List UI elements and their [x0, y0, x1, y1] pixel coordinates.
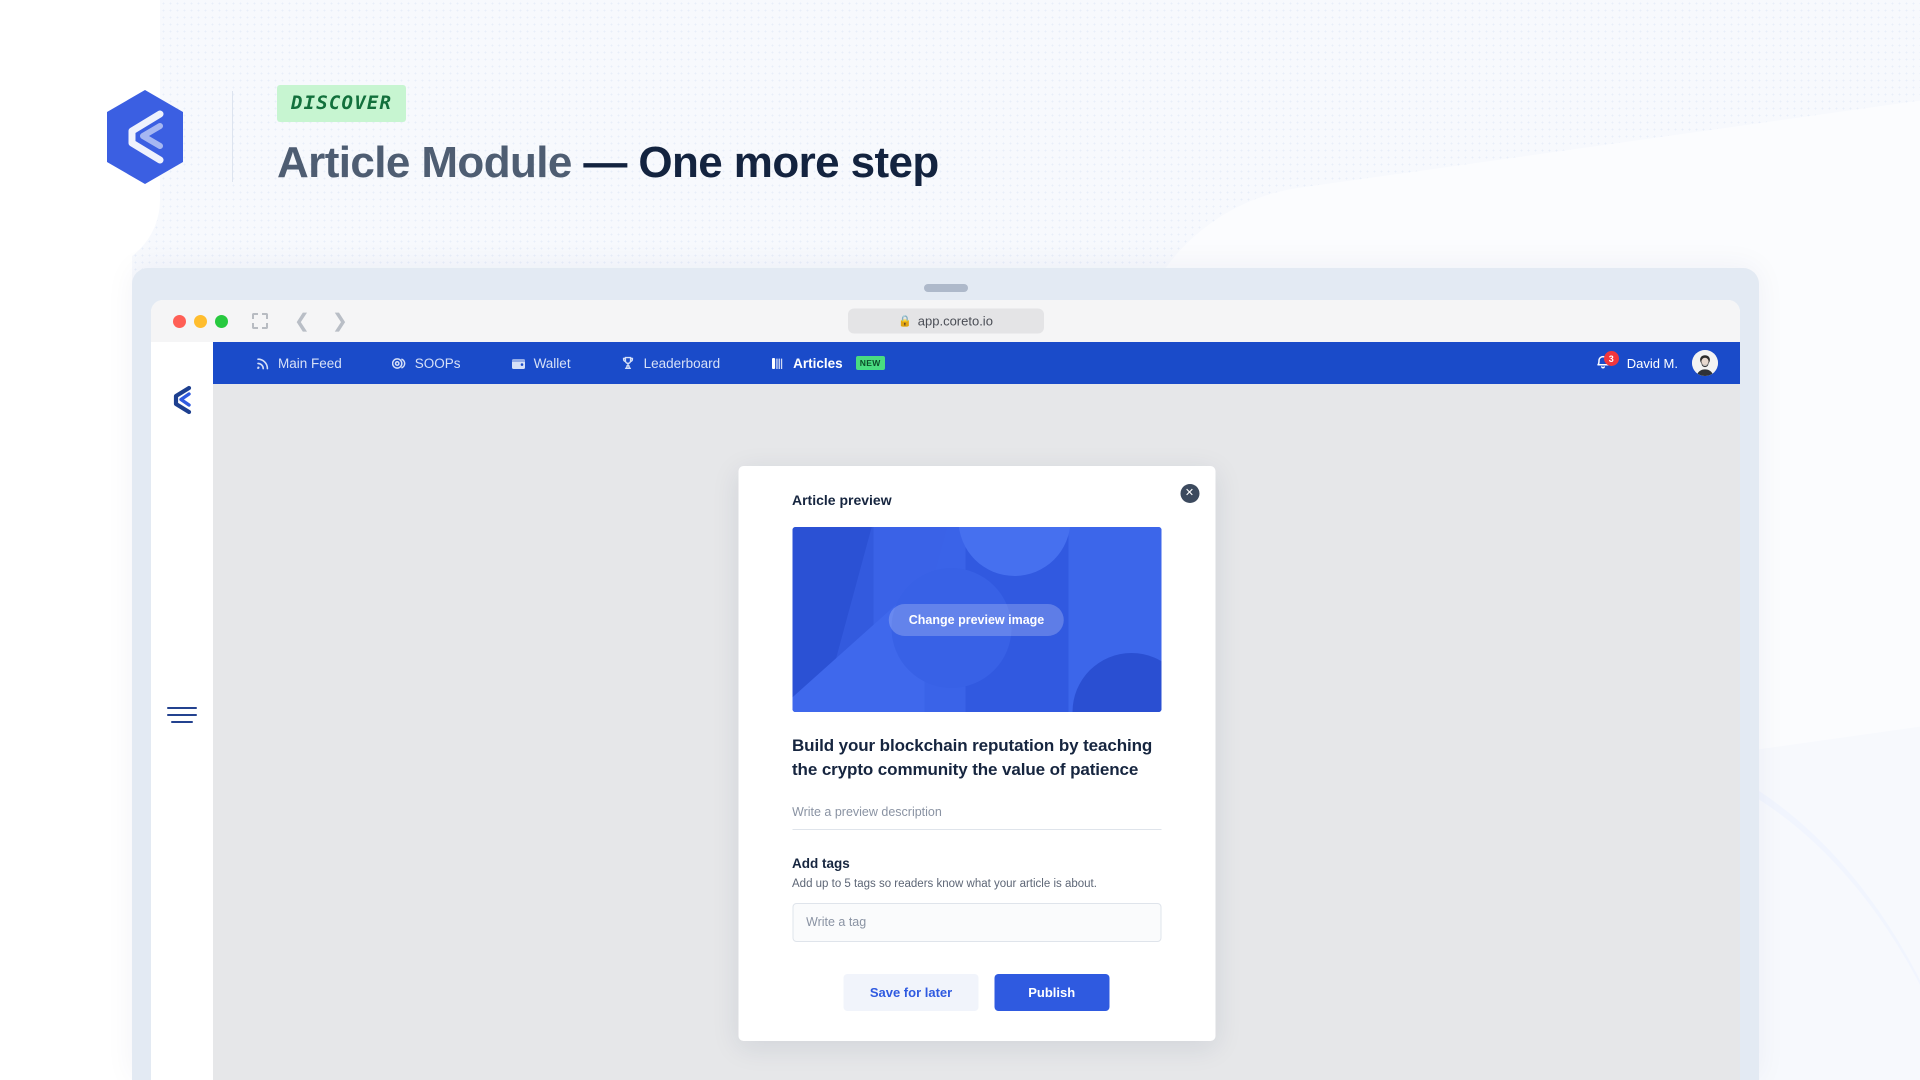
- chevron-right-icon[interactable]: ❯: [332, 312, 348, 331]
- page-header: DISCOVER Article Module — One more step: [102, 85, 939, 188]
- coreto-hexagon-logo-icon: [102, 88, 188, 186]
- browser-shell: ❮ ❯ 🔒 app.coreto.io Main Feed SOOPs Wall…: [132, 268, 1759, 1080]
- coreto-logo-icon[interactable]: [164, 380, 200, 420]
- app-sidebar: [151, 342, 213, 1080]
- app-main: Main Feed SOOPs Wallet Leaderboard Artic…: [213, 342, 1740, 1080]
- chevron-left-icon[interactable]: ❮: [294, 312, 310, 331]
- article-title: Build your blockchain reputation by teac…: [792, 736, 1153, 780]
- nav-item-wallet[interactable]: Wallet: [511, 356, 571, 371]
- top-navigation-bar: Main Feed SOOPs Wallet Leaderboard Artic…: [213, 342, 1740, 384]
- user-avatar[interactable]: [1692, 350, 1718, 376]
- nav-item-label: SOOPs: [414, 355, 461, 371]
- app-area: Main Feed SOOPs Wallet Leaderboard Artic…: [151, 342, 1740, 1080]
- traffic-lights[interactable]: [173, 314, 228, 328]
- page-title: Article Module — One more step: [277, 138, 939, 188]
- nav-items: Main Feed SOOPs Wallet Leaderboard Artic…: [255, 356, 885, 371]
- menu-lines-icon[interactable]: [167, 707, 197, 723]
- header-text-block: DISCOVER Article Module — One more step: [277, 85, 939, 188]
- rss-icon: [255, 356, 270, 371]
- close-icon[interactable]: ✕: [1180, 484, 1199, 503]
- trophy-icon: [621, 356, 636, 371]
- nav-item-articles[interactable]: Articles NEW: [770, 356, 885, 371]
- maximize-window-button[interactable]: [215, 314, 228, 328]
- browser-window: ❮ ❯ 🔒 app.coreto.io Main Feed SOOPs Wall…: [151, 300, 1740, 1080]
- nav-item-main-feed[interactable]: Main Feed: [255, 356, 342, 371]
- nav-item-label: Wallet: [533, 355, 571, 371]
- discover-badge: DISCOVER: [277, 85, 407, 122]
- notifications-button[interactable]: 3: [1595, 351, 1619, 372]
- page-title-accent: — One more step: [583, 138, 939, 187]
- page-title-light: Article Module: [277, 138, 584, 187]
- change-preview-image-button[interactable]: Change preview image: [888, 603, 1065, 636]
- app-content-area: ✕ Article preview Change preview image B…: [213, 384, 1740, 1080]
- tag-input[interactable]: [792, 902, 1161, 942]
- nav-item-leaderboard[interactable]: Leaderboard: [621, 355, 721, 371]
- coins-icon: [391, 356, 407, 371]
- preview-description-input[interactable]: [792, 782, 1161, 830]
- save-for-later-button[interactable]: Save for later: [843, 973, 979, 1011]
- window-drag-handle[interactable]: [923, 284, 968, 292]
- add-tags-heading: Add tags: [792, 855, 850, 871]
- nav-item-soops[interactable]: SOOPs: [391, 355, 461, 371]
- address-bar[interactable]: 🔒 app.coreto.io: [847, 308, 1044, 334]
- wallet-icon: [511, 356, 526, 371]
- browser-toolbar: ❮ ❯ 🔒 app.coreto.io: [151, 300, 1740, 342]
- fullscreen-icon[interactable]: [252, 313, 268, 329]
- nav-item-label: Articles: [793, 355, 843, 371]
- address-bar-url: app.coreto.io: [917, 313, 993, 329]
- book-icon: [770, 356, 785, 371]
- nav-item-label: Main Feed: [278, 355, 342, 371]
- article-preview-image: Change preview image: [792, 527, 1161, 712]
- article-preview-modal: ✕ Article preview Change preview image B…: [738, 466, 1215, 1041]
- user-name-label[interactable]: David M.: [1627, 356, 1678, 371]
- modal-title: Article preview: [792, 492, 892, 508]
- nav-item-label: Leaderboard: [643, 355, 721, 371]
- publish-button[interactable]: Publish: [994, 973, 1110, 1011]
- notification-count-badge: 3: [1603, 351, 1619, 366]
- modal-action-buttons: Save for later Publish: [792, 973, 1161, 1041]
- nav-new-badge: NEW: [855, 356, 885, 370]
- nav-right-cluster: 3 David M.: [1595, 350, 1718, 376]
- close-window-button[interactable]: [173, 314, 186, 328]
- add-tags-help-text: Add up to 5 tags so readers know what yo…: [792, 877, 1097, 890]
- header-divider: [232, 91, 233, 182]
- lock-icon: 🔒: [898, 315, 912, 328]
- minimize-window-button[interactable]: [194, 314, 207, 328]
